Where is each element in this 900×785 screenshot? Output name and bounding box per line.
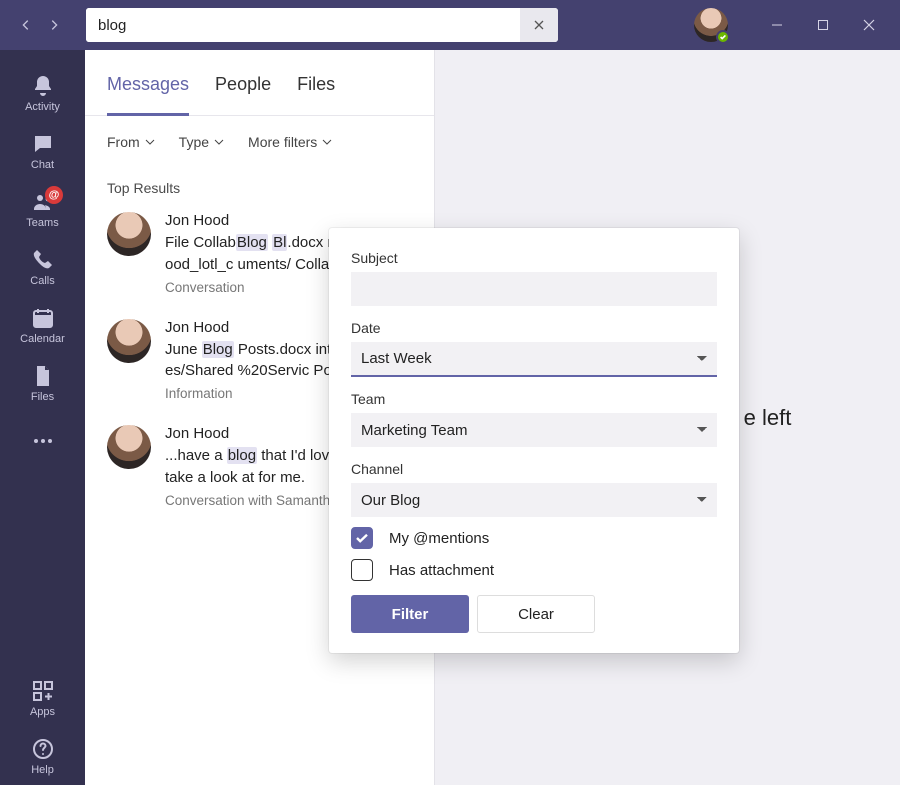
filter-more[interactable]: More filters	[248, 134, 332, 150]
file-icon	[31, 364, 55, 388]
mentions-label: My @mentions	[389, 530, 489, 547]
placeholder-text-fragment: e left	[744, 405, 792, 431]
more-filters-popover: Subject Date Last Week Team Marketing Te…	[329, 228, 739, 653]
forward-button[interactable]	[40, 11, 68, 39]
filter-from[interactable]: From	[107, 134, 155, 150]
date-select[interactable]: Last Week	[351, 342, 717, 377]
subject-label: Subject	[351, 250, 717, 266]
channel-select[interactable]: Our Blog	[351, 483, 717, 517]
attachment-checkbox[interactable]	[351, 559, 373, 581]
search-box	[86, 8, 558, 42]
window-minimize-button[interactable]	[754, 0, 800, 50]
result-avatar	[107, 425, 151, 469]
rail-label: Files	[31, 391, 54, 403]
channel-label: Channel	[351, 461, 717, 477]
filter-row: From Type More filters	[85, 116, 434, 162]
titlebar	[0, 0, 900, 50]
search-clear-button[interactable]	[520, 8, 558, 42]
chevron-down-icon	[145, 137, 155, 147]
filter-label: More filters	[248, 134, 317, 150]
highlight: Blog	[202, 341, 234, 358]
rail-apps[interactable]: Apps	[0, 669, 85, 727]
rail-label: Calls	[30, 275, 54, 287]
rail-chat[interactable]: Chat	[0, 122, 85, 180]
result-author: Jon Hood	[165, 212, 229, 229]
rail-calendar[interactable]: Calendar	[0, 296, 85, 354]
result-author: Jon Hood	[165, 425, 229, 442]
app-rail: Activity Chat @ Teams Calls Calendar Fil…	[0, 50, 85, 785]
date-label: Date	[351, 320, 717, 336]
rail-label: Help	[31, 764, 54, 776]
tab-messages[interactable]: Messages	[107, 74, 189, 116]
tab-files[interactable]: Files	[297, 74, 335, 115]
result-tabs: Messages People Files	[85, 50, 434, 116]
window-close-button[interactable]	[846, 0, 892, 50]
rail-help[interactable]: Help	[0, 727, 85, 785]
chevron-down-icon	[214, 137, 224, 147]
result-avatar	[107, 212, 151, 256]
attachment-label: Has attachment	[389, 562, 494, 579]
rail-label: Apps	[30, 706, 55, 718]
team-label: Team	[351, 391, 717, 407]
highlight: Bl	[272, 234, 287, 251]
window-maximize-button[interactable]	[800, 0, 846, 50]
bell-icon	[31, 74, 55, 98]
result-avatar	[107, 319, 151, 363]
back-button[interactable]	[12, 11, 40, 39]
current-user-avatar[interactable]	[694, 8, 728, 42]
search-input[interactable]	[86, 8, 520, 42]
presence-available-icon	[716, 30, 730, 44]
mention-badge-icon: @	[45, 186, 63, 204]
section-top-results: Top Results	[85, 162, 434, 206]
chevron-down-icon	[322, 137, 332, 147]
clear-button[interactable]: Clear	[477, 595, 595, 633]
search-results-panel: Messages People Files From Type More fil…	[85, 50, 435, 785]
rail-teams[interactable]: @ Teams	[0, 180, 85, 238]
subject-input[interactable]	[351, 272, 717, 306]
highlight: Blog	[236, 234, 268, 251]
apps-icon	[31, 679, 55, 703]
rail-files[interactable]: Files	[0, 354, 85, 412]
filter-type[interactable]: Type	[179, 134, 224, 150]
result-author: Jon Hood	[165, 319, 229, 336]
rail-label: Teams	[26, 217, 58, 229]
tab-people[interactable]: People	[215, 74, 271, 115]
filter-label: From	[107, 134, 140, 150]
filter-button[interactable]: Filter	[351, 595, 469, 633]
chat-icon	[31, 132, 55, 156]
filter-label: Type	[179, 134, 209, 150]
rail-label: Calendar	[20, 333, 65, 345]
more-icon	[31, 429, 55, 453]
calendar-icon	[31, 306, 55, 330]
rail-more[interactable]	[0, 412, 85, 470]
rail-activity[interactable]: Activity	[0, 64, 85, 122]
rail-calls[interactable]: Calls	[0, 238, 85, 296]
rail-label: Activity	[25, 101, 60, 113]
phone-icon	[31, 248, 55, 272]
team-select[interactable]: Marketing Team	[351, 413, 717, 447]
mentions-checkbox[interactable]	[351, 527, 373, 549]
highlight: blog	[227, 447, 257, 464]
help-icon	[31, 737, 55, 761]
history-nav	[12, 11, 68, 39]
rail-label: Chat	[31, 159, 54, 171]
